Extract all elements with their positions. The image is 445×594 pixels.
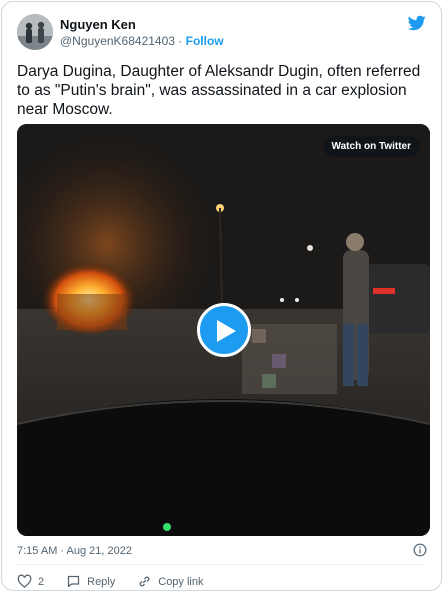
tweet-actions: 2 Reply Copy link [17, 574, 226, 589]
reply-label: Reply [87, 575, 116, 588]
play-button[interactable] [197, 303, 251, 357]
link-icon [139, 576, 150, 587]
info-icon[interactable] [413, 543, 427, 557]
follow-button[interactable]: Follow [186, 34, 224, 48]
like-button[interactable]: 2 [17, 574, 44, 589]
tweet-timestamp[interactable]: 7:15 AM · Aug 21, 2022 [17, 545, 132, 557]
play-icon [217, 320, 236, 342]
heart-icon [17, 574, 32, 588]
author-handle[interactable]: @NguyenK68421403 [60, 34, 175, 48]
tweet-card: Nguyen Ken @NguyenK68421403 · Follow Dar… [1, 1, 442, 591]
author-handle-line: @NguyenK68421403 · Follow [60, 34, 224, 48]
like-count: 2 [38, 575, 45, 588]
copy-link-label: Copy link [158, 575, 204, 588]
twitter-bird-icon[interactable] [407, 14, 427, 32]
separator-dot: · [178, 34, 183, 48]
copy-link-button[interactable]: Copy link [137, 574, 204, 589]
video-media[interactable]: Watch on Twitter [17, 124, 430, 536]
watch-on-twitter-button[interactable]: Watch on Twitter [322, 136, 420, 157]
author-name[interactable]: Nguyen Ken [60, 17, 136, 32]
avatar[interactable] [17, 14, 53, 50]
tweet-text: Darya Dugina, Daughter of Aleksandr Dugi… [17, 63, 421, 118]
divider [17, 564, 426, 565]
reply-button[interactable]: Reply [66, 574, 115, 589]
reply-icon [68, 575, 80, 588]
